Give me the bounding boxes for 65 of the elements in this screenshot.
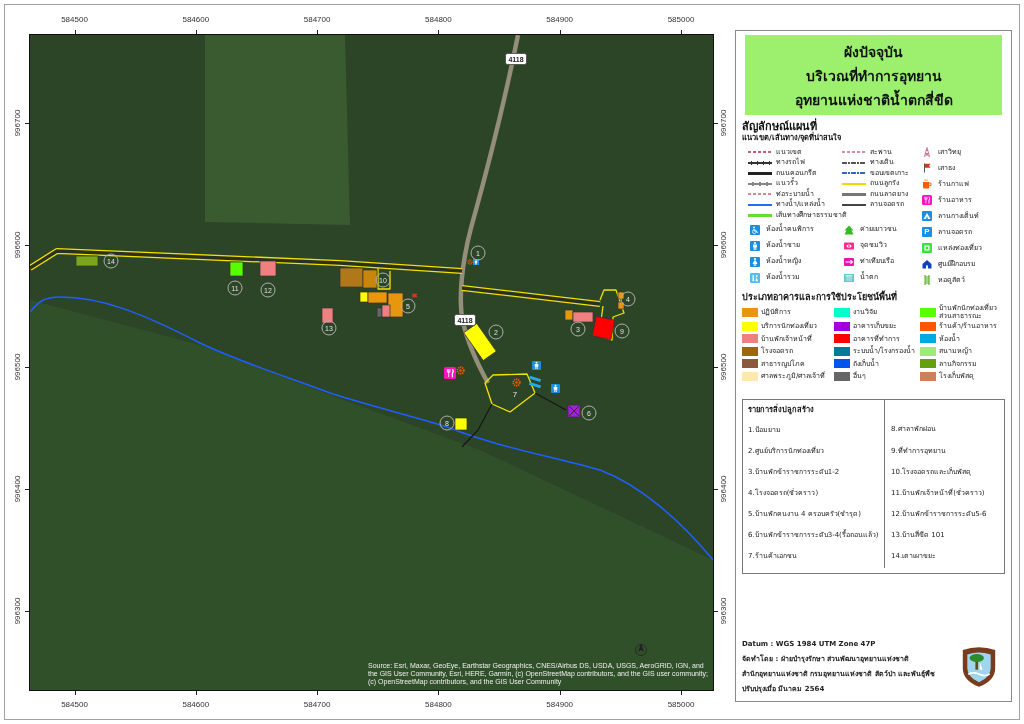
axis-label: 584500 [61,15,88,25]
square-icon [922,243,932,253]
legend-heading: ประเภทอาคารและการใช้ประโยชน์พื้นที่ [742,291,898,303]
axis-label: 996400 [719,475,729,503]
woman-icon [750,256,760,267]
wheelchair-icon [750,224,760,235]
axis-label: 996700 [719,109,729,137]
axis-label: 584600 [182,700,210,710]
building-shape [229,261,244,277]
house-icon [922,259,932,269]
man-icon [473,259,479,265]
axis-label: 585000 [667,15,695,25]
area-outline [598,289,625,341]
eye-icon [844,240,854,251]
footpath-line [534,392,567,411]
axis-label: 996300 [13,597,23,625]
crossed-building-shape [567,404,581,418]
axis-label: 585000 [667,700,695,710]
flag-icon [922,163,932,173]
building-shape [454,417,468,431]
man-icon [750,240,760,251]
ladder-icon [922,275,932,285]
cup-icon [922,179,932,189]
tree-icon [844,224,854,235]
axis-label: 584900 [546,15,574,25]
axis-label: 996600 [719,231,729,259]
number-label: 7 [512,390,518,399]
axis-label: 996400 [13,475,23,503]
axis-label: 584700 [303,700,331,710]
title-line: บริเวณที่ทำการอุทยาน [805,65,942,87]
axis-label: 584600 [182,15,210,25]
flag-icon [411,293,418,302]
cog-icon [467,259,473,265]
tent-icon [922,211,932,221]
building-shape [75,255,99,267]
axis-label: 996600 [13,231,23,259]
area-outline [377,267,391,290]
cog-icon [512,378,521,387]
man-icon [551,384,560,393]
area-outline [484,373,536,413]
title-line: อุทยานแห่งชาติน้ำตกสี่ขีด [794,88,953,112]
restroom-icon [750,272,760,283]
fork-knife-icon [922,195,932,205]
axis-label: 996300 [719,597,729,625]
axis-label: 996700 [13,109,23,137]
arrow-icon [844,256,854,267]
title-line: ผังปัจจุบัน [844,43,903,63]
parallel-bars-icon [527,375,543,389]
man-icon [532,361,541,370]
footpath-line [461,403,493,448]
axis-label: 584800 [425,15,452,25]
building-shape [259,260,277,277]
axis-label: 584800 [425,700,452,710]
parking-icon: P [922,227,932,237]
fork-knife-icon [444,367,456,379]
axis-label: 996500 [719,353,729,381]
building-shape [321,307,334,324]
waterfall-icon [844,272,854,283]
axis-label: 584500 [61,700,88,710]
cog-icon [456,366,465,375]
radio-tower-icon [922,147,932,157]
axis-label: 584700 [303,15,331,25]
axis-label: 996500 [13,353,23,381]
axis-label: 584900 [546,700,574,710]
shield-logo [961,646,997,688]
